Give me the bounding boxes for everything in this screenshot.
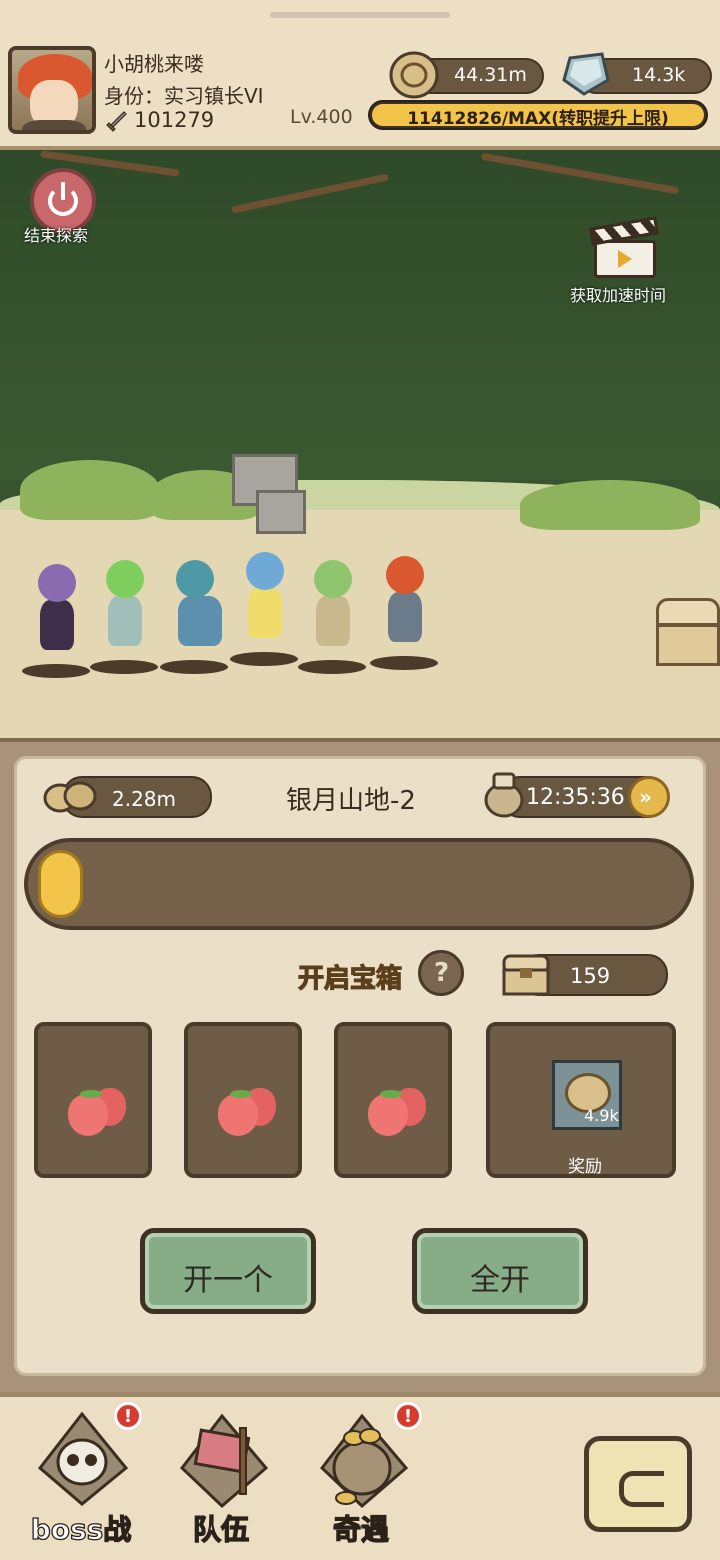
player-title: 身份：实习镇长VI (104, 84, 264, 108)
strawberry-icon (368, 1088, 428, 1138)
coin-icon (389, 51, 439, 99)
scene-chest-icon[interactable] (656, 598, 720, 670)
treasure-chest-icon (502, 954, 550, 996)
strawberry-icon (218, 1088, 278, 1138)
open-one-button[interactable]: 开一个 (140, 1228, 316, 1314)
player-level: Lv.400 (290, 106, 353, 128)
back-arrow-icon[interactable] (580, 1432, 698, 1540)
chest-progress-bar (24, 838, 694, 930)
stage-name: 银月山地-2 (286, 786, 416, 816)
help-glyph: ? (434, 958, 450, 988)
hourglass-bag-icon (484, 772, 524, 818)
nav-team-label: 队伍 (192, 1512, 249, 1546)
clapperboard-icon[interactable] (588, 214, 662, 284)
drag-handle[interactable] (270, 12, 450, 18)
reward-label: 奖励 (568, 1157, 602, 1177)
help-icon[interactable]: ? (418, 950, 464, 996)
experience-text: 11412826/MAX(转职提升上限) (407, 109, 669, 129)
player-avatar[interactable] (8, 46, 96, 134)
chest-count-value: 159 (570, 964, 611, 988)
sword-icon (106, 111, 127, 132)
reward-slot[interactable] (334, 1022, 452, 1178)
nav-encounter-label: 奇遇 (332, 1512, 389, 1546)
nav-boss-label: boss战 (30, 1512, 132, 1546)
reward-item-quantity: 4.9k (584, 1106, 619, 1125)
notification-badge: ! (394, 1402, 422, 1430)
open-chest-label: 开启宝箱 (297, 963, 403, 994)
experience-bar: 11412826/MAX(转职提升上限) (368, 100, 708, 130)
fast-forward-icon: » (639, 785, 652, 809)
coin-value: 44.31m (454, 64, 527, 86)
strawberry-icon (68, 1088, 128, 1138)
reward-slot[interactable] (184, 1022, 302, 1178)
chest-progress-fill (38, 850, 83, 918)
timer-value: 12:35:36 (526, 785, 625, 810)
diamond-icon (562, 52, 610, 96)
open-all-button[interactable]: 全开 (412, 1228, 588, 1314)
end-explore-label: 结束探索 (24, 226, 89, 245)
gem-value: 14.3k (632, 64, 686, 86)
reward-slot[interactable] (34, 1022, 152, 1178)
open-all-label: 全开 (470, 1263, 530, 1298)
combat-power-value: 101279 (134, 108, 215, 132)
flag-icon (179, 1413, 269, 1509)
player-name: 小胡桃来喽 (104, 52, 204, 76)
notification-badge: ! (114, 1402, 142, 1430)
fast-forward-button[interactable]: » (628, 776, 670, 818)
speedup-label[interactable]: 获取加速时间 (570, 282, 666, 306)
nav-encounter[interactable]: ! 奇遇 (296, 1402, 426, 1550)
reward-rate-value: 2.28m (112, 787, 177, 811)
open-one-label: 开一个 (183, 1263, 273, 1298)
coin-pile-icon (43, 781, 97, 813)
nav-boss-battle[interactable]: ! boss战 (16, 1402, 146, 1550)
nav-team[interactable]: 队伍 (156, 1404, 286, 1550)
